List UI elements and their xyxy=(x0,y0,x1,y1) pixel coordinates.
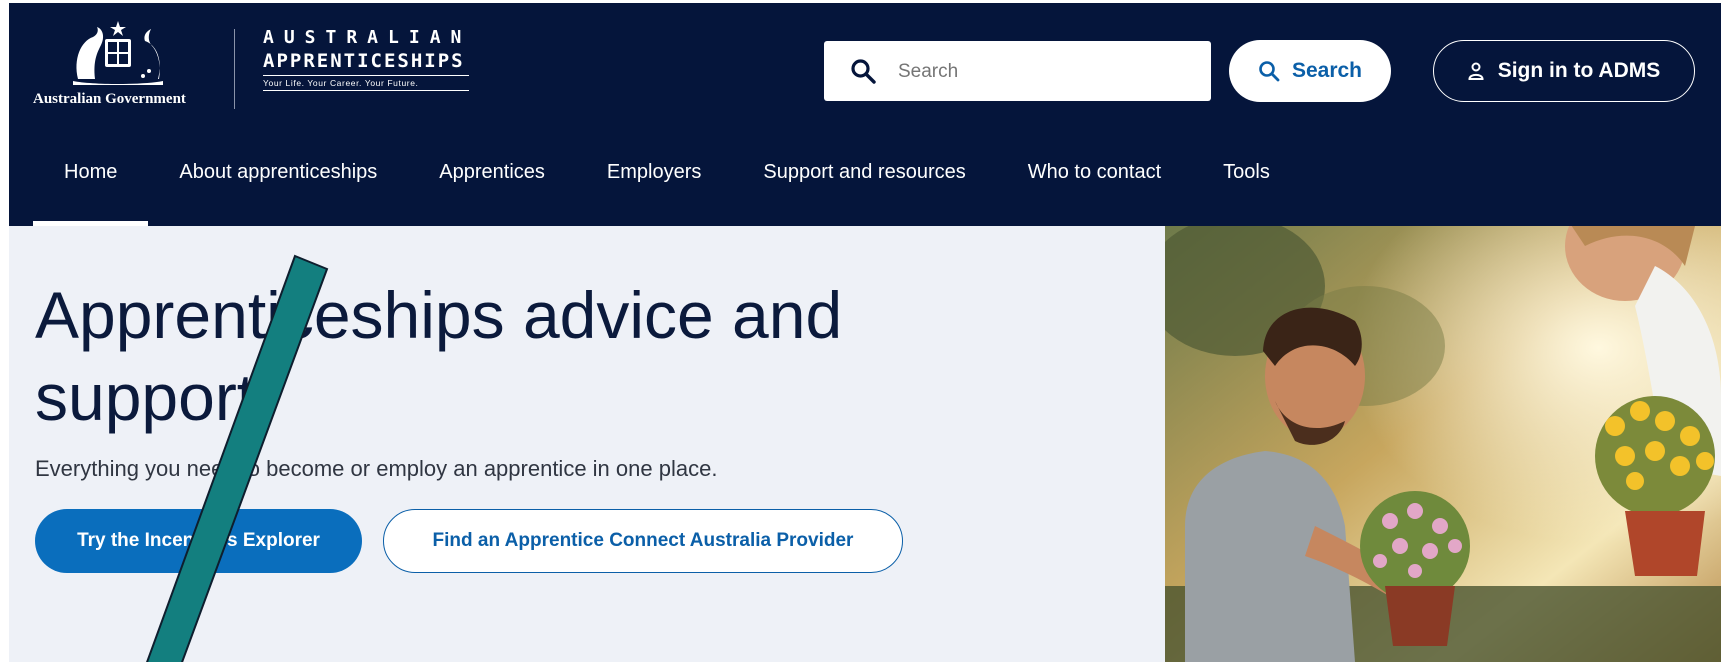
logo-divider xyxy=(234,29,235,109)
nav-item-support-and-resources[interactable]: Support and resources xyxy=(732,151,996,226)
user-icon xyxy=(1468,62,1484,80)
search-button[interactable]: Search xyxy=(1229,40,1391,102)
logo-tagline: Your Life. Your Career. Your Future. xyxy=(263,76,469,91)
hero-subtitle: Everything you need to become or employ … xyxy=(35,456,718,481)
government-name: Australian Government xyxy=(33,91,186,107)
coat-of-arms-icon xyxy=(73,21,163,85)
search-button-label: Search xyxy=(1291,59,1363,82)
gardeners-photo xyxy=(1165,226,1721,662)
nav-item-home[interactable]: Home xyxy=(33,151,149,226)
page: Australian Government AUSTRALIAN APPRENT… xyxy=(9,3,1721,662)
australian-government-logo[interactable]: Australian Government xyxy=(33,17,223,112)
nav-item-employers[interactable]: Employers xyxy=(576,151,732,226)
hero-title: Apprenticeships advice and support xyxy=(35,278,843,434)
nav-item-apprentices[interactable]: Apprentices xyxy=(408,151,576,226)
nav-item-who-to-contact[interactable]: Who to contact xyxy=(997,151,1192,226)
sign-in-label: Sign in to ADMS xyxy=(1497,59,1661,82)
nav-item-about-apprenticeships[interactable]: About apprenticeships xyxy=(148,151,408,226)
find-provider-button[interactable]: Find an Apprentice Connect Australia Pro… xyxy=(383,509,903,573)
incentives-explorer-button[interactable]: Try the Incentives Explorer xyxy=(35,509,362,573)
search-input[interactable] xyxy=(896,55,1200,89)
search-icon xyxy=(851,59,876,84)
main-nav: Home About apprenticeships Apprentices E… xyxy=(33,151,1301,226)
sign-in-button[interactable]: Sign in to ADMS xyxy=(1433,40,1695,102)
hero-section: Apprenticeships advice and support Every… xyxy=(9,226,1165,662)
search-icon xyxy=(1259,61,1280,82)
logo-line-1: AUSTRALIAN xyxy=(263,27,472,48)
site-header: Australian Government AUSTRALIAN APPRENT… xyxy=(9,3,1721,226)
search-box xyxy=(824,41,1211,101)
australian-apprenticeships-logo[interactable]: AUSTRALIAN APPRENTICESHIPS Your Life. Yo… xyxy=(263,27,483,107)
logo-line-2: APPRENTICESHIPS xyxy=(263,49,469,76)
nav-item-tools[interactable]: Tools xyxy=(1192,151,1301,226)
hero-image xyxy=(1165,226,1721,662)
